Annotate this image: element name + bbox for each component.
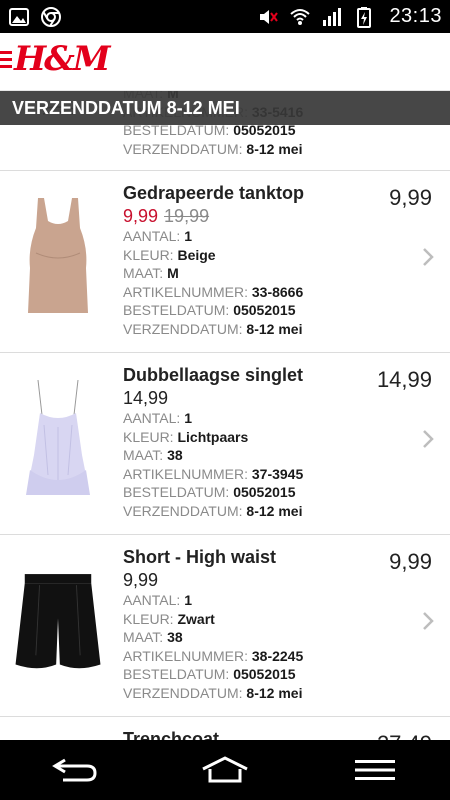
item-specs: AANTAL: 1 KLEUR: Zwart MAAT: 38 ARTIKELN… — [123, 591, 303, 702]
spec-aantal: AANTAL: 1 — [123, 410, 192, 426]
shipping-date-banner: VERZENDDATUM 8-12 MEI — [0, 91, 450, 125]
spec-artikelnummer: ARTIKELNUMMER: 37-3945 — [123, 465, 304, 482]
system-nav-bar — [0, 740, 450, 800]
brand-logo[interactable]: H&M — [14, 39, 110, 79]
home-icon — [202, 756, 248, 783]
line-total: 14,99 — [376, 367, 432, 392]
list-item[interactable]: Short - High waist 9,99 9,99 AANTAL: 1 K… — [0, 535, 450, 717]
spec-besteldatum: BESTELDATUM: 05052015 — [123, 302, 296, 318]
back-button[interactable] — [45, 750, 105, 790]
chevron-right-icon[interactable] — [420, 428, 436, 450]
menu-icon — [355, 760, 395, 780]
unit-price: 9,99 — [123, 570, 159, 590]
spec-verzenddatum: VERZENDDATUM: 8-12 mei — [123, 320, 303, 337]
gallery-icon — [9, 7, 29, 26]
menu-toggle-icon[interactable] — [0, 51, 12, 71]
status-left — [8, 6, 62, 28]
spec-besteldatum: BESTELDATUM: 05052015 — [123, 484, 296, 500]
spec-aantal: AANTAL: 1 — [123, 592, 192, 608]
menu-button[interactable] — [345, 750, 405, 790]
chrome-icon — [41, 6, 61, 27]
line-total: 9,99 — [389, 185, 432, 210]
item-specs: AANTAL: 1 KLEUR: Lichtpaars MAAT: 38 ART… — [123, 409, 303, 520]
spec-verzenddatum: VERZENDDATUM: 8-12 mei — [123, 140, 303, 157]
status-right: 23:13 — [257, 5, 442, 28]
spec-artikelnummer: ARTIKELNUMMER: 38-2245 — [123, 647, 304, 664]
product-title[interactable]: Gedrapeerde tanktop — [123, 183, 304, 204]
product-title[interactable]: Short - High waist — [123, 547, 276, 568]
sale-price-row: 9,99 19,99 — [123, 206, 209, 227]
wifi-icon — [290, 8, 311, 25]
status-bar: 23:13 — [0, 0, 450, 33]
spec-aantal: AANTAL: 1 — [123, 228, 192, 244]
spec-kleur: KLEUR: Zwart — [123, 610, 215, 627]
spec-artikelnummer: ARTIKELNUMMER: 33-8666 — [123, 283, 304, 300]
spec-maat: MAAT: M — [123, 265, 179, 281]
spec-verzenddatum: VERZENDDATUM: 8-12 mei — [123, 684, 303, 701]
spec-besteldatum: BESTELDATUM: 05052015 — [123, 666, 296, 682]
back-icon — [52, 758, 97, 782]
mute-icon — [260, 9, 279, 24]
list-item[interactable]: Dubbellaagse singlet 14,99 14,99 AANTAL:… — [0, 353, 450, 535]
signal-icon — [323, 7, 342, 26]
sale-price: 9,99 — [123, 206, 159, 226]
spec-maat: MAAT: 38 — [123, 629, 183, 645]
original-price: 19,99 — [164, 206, 210, 226]
screen: 23:13 H&M VERZENDDATUM 8-12 MEI MAAT: M … — [0, 0, 450, 800]
spec-verzenddatum: VERZENDDATUM: 8-12 mei — [123, 502, 303, 519]
product-thumbnail — [26, 379, 90, 495]
spec-kleur: KLEUR: Beige — [123, 246, 216, 263]
spec-maat: MAAT: 38 — [123, 447, 183, 463]
item-specs: AANTAL: 1 KLEUR: Beige MAAT: M ARTIKELNU… — [123, 227, 303, 338]
chevron-right-icon[interactable] — [420, 246, 436, 268]
spec-kleur: KLEUR: Lichtpaars — [123, 428, 249, 445]
product-title[interactable]: Dubbellaagse singlet — [123, 365, 303, 386]
clock: 23:13 — [389, 5, 442, 27]
product-thumbnail — [15, 574, 101, 669]
home-button[interactable] — [195, 750, 255, 790]
line-total: 9,99 — [389, 549, 432, 574]
battery-charging-icon — [357, 6, 372, 28]
list-item[interactable]: Gedrapeerde tanktop 9,99 9,99 19,99 AANTA… — [0, 171, 450, 353]
product-thumbnail — [28, 198, 88, 313]
chevron-right-icon[interactable] — [420, 610, 436, 632]
unit-price: 14,99 — [123, 388, 169, 408]
app-header: H&M — [0, 33, 450, 91]
